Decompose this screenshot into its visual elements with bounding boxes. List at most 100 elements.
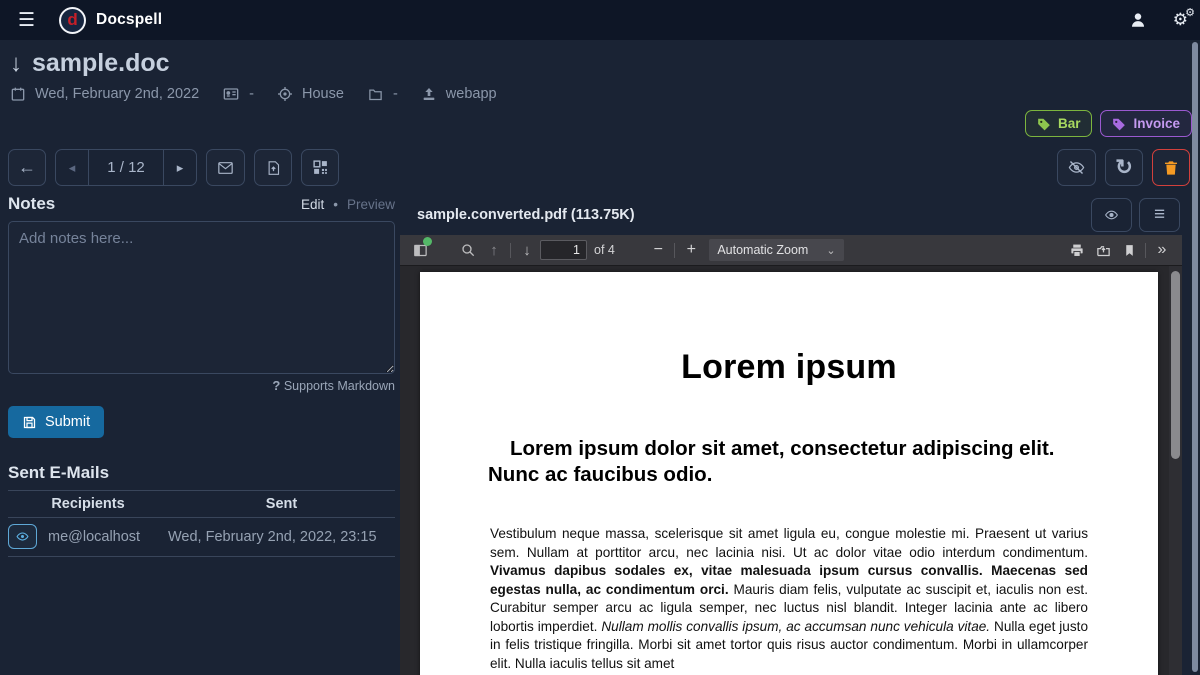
tag-invoice[interactable]: Invoice — [1100, 110, 1192, 137]
pdfjs-download-button[interactable] — [1090, 238, 1116, 262]
tag-bar[interactable]: Bar — [1025, 110, 1093, 137]
pdf-doc-title: Lorem ipsum — [420, 348, 1158, 387]
item-folder: - — [393, 86, 398, 102]
menu-bars-icon: ≡ — [1154, 204, 1165, 226]
pdfjs-prev-page-button[interactable]: ↑ — [481, 238, 507, 262]
pdfjs-zoom-out-button[interactable]: − — [645, 238, 671, 262]
reprocess-button[interactable]: ↻ — [1105, 149, 1143, 186]
pdf-page: Lorem ipsum Lorem ipsum dolor sit amet, … — [420, 272, 1158, 675]
attachment-panel: sample.converted.pdf (113.75K) ≡ — [400, 194, 1182, 675]
item-title: sample.doc — [32, 49, 170, 78]
pdfjs-page-input[interactable] — [540, 240, 587, 260]
docspell-logo: d — [59, 7, 86, 34]
app-title: Docspell — [96, 11, 162, 29]
sent-email-row: me@localhost Wed, February 2nd, 2022, 23… — [8, 518, 395, 557]
docspell-app: ☰ d Docspell ⚙ ⚙ ↓ sample.doc Wed, Febru… — [0, 0, 1200, 675]
envelope-icon — [216, 160, 235, 176]
pdf-scrollbar-track[interactable] — [1169, 266, 1182, 675]
printer-icon — [1069, 243, 1085, 258]
pdfjs-print-button[interactable] — [1064, 238, 1090, 262]
unconfirm-button[interactable] — [1057, 149, 1096, 186]
notes-edit-link[interactable]: Edit — [301, 197, 324, 212]
pdfjs-next-page-button[interactable]: ↓ — [514, 238, 540, 262]
add-files-button[interactable] — [254, 149, 292, 186]
upload-icon — [421, 86, 437, 102]
chevron-down-icon: ⌄ — [826, 244, 835, 257]
crosshairs-icon — [277, 86, 293, 102]
mail-recipients: me@localhost — [48, 529, 168, 545]
col-recipients: Recipients — [8, 496, 168, 512]
pdfjs-search-button[interactable] — [455, 238, 481, 262]
pdfjs-zoom-select[interactable]: Automatic Zoom ⌄ — [709, 239, 843, 261]
attachment-page-indicator: 1 / 12 — [88, 150, 164, 185]
pdf-doc-heading: Lorem ipsum dolor sit amet, consectetur … — [488, 436, 1090, 488]
eye-icon — [15, 530, 30, 543]
delete-button[interactable] — [1152, 149, 1190, 186]
markdown-hint: ? Supports Markdown — [8, 378, 395, 393]
notes-preview-link[interactable]: Preview — [347, 197, 395, 212]
pdfjs-bookmark-button[interactable] — [1116, 238, 1142, 262]
notes-submit-button[interactable]: Submit — [8, 406, 104, 438]
next-attachment-button[interactable]: ▸ — [164, 150, 196, 185]
notes-panel: Notes Edit • Preview ? Supports Markdown… — [0, 194, 400, 675]
attachment-view-button[interactable] — [1091, 198, 1132, 232]
pdf-doc-paragraph: Vestibulum neque massa, scelerisque sit … — [490, 525, 1088, 673]
notes-textarea[interactable] — [8, 221, 395, 374]
window-scrollbar-thumb[interactable] — [1192, 42, 1198, 672]
folder-icon — [367, 87, 384, 102]
send-mail-button[interactable] — [206, 149, 245, 186]
attachment-menu-button[interactable]: ≡ — [1139, 198, 1180, 232]
item-meta-row: Wed, February 2nd, 2022 - House - webapp — [10, 86, 1190, 102]
notes-heading: Notes — [8, 194, 55, 214]
qr-code-icon — [312, 159, 329, 176]
download-icon — [1095, 243, 1112, 258]
item-header: ↓ sample.doc Wed, February 2nd, 2022 - H… — [0, 40, 1200, 102]
dot-separator: • — [333, 197, 338, 212]
save-icon — [22, 415, 37, 430]
sent-emails-table: Recipients Sent me@localhost Wed, Februa… — [8, 490, 395, 557]
tags-row: Bar Invoice — [0, 102, 1200, 137]
pdfjs-page-total: of 4 — [594, 243, 615, 257]
question-icon: ? — [272, 378, 280, 393]
top-navbar: ☰ d Docspell ⚙ ⚙ — [0, 0, 1200, 40]
attachment-header: sample.converted.pdf (113.75K) ≡ — [400, 194, 1182, 235]
bookmark-icon — [1123, 243, 1136, 258]
calendar-icon — [10, 86, 26, 102]
action-toolbar: ← ◂ 1 / 12 ▸ ↻ — [0, 137, 1200, 186]
pdfjs-sidebar-toggle[interactable] — [407, 238, 433, 262]
menu-icon[interactable]: ☰ — [12, 9, 41, 32]
trash-icon — [1163, 159, 1179, 177]
pdfjs-more-tools-button[interactable]: » — [1149, 238, 1175, 262]
main-content: Notes Edit • Preview ? Supports Markdown… — [0, 194, 1200, 675]
arrow-down-icon: ↓ — [10, 50, 22, 78]
file-upload-icon — [266, 159, 281, 177]
sent-emails-header: Recipients Sent — [8, 491, 395, 518]
attachment-file-label: sample.converted.pdf (113.75K) — [417, 207, 635, 223]
pdfjs-toolbar: ↑ ↓ of 4 − + Automatic Zoom ⌄ — [400, 235, 1182, 266]
eye-slash-icon — [1067, 159, 1086, 176]
tag-icon — [1112, 117, 1126, 131]
item-correspondent: - — [249, 86, 254, 102]
sent-emails-heading: Sent E-Mails — [8, 463, 395, 490]
pdfjs-zoom-in-button[interactable]: + — [678, 238, 704, 262]
item-concerning: House — [302, 86, 344, 102]
address-card-icon — [222, 86, 240, 102]
back-button[interactable]: ← — [8, 149, 46, 186]
settings-gears-icon[interactable]: ⚙ ⚙ — [1173, 10, 1188, 30]
search-icon — [460, 242, 476, 258]
sidebar-notification-dot — [423, 237, 432, 246]
item-date: Wed, February 2nd, 2022 — [35, 86, 199, 102]
pdf-scrollbar-thumb[interactable] — [1171, 271, 1180, 459]
view-mail-button[interactable] — [8, 524, 37, 549]
user-icon[interactable] — [1129, 11, 1147, 29]
item-source: webapp — [446, 86, 497, 102]
mail-sent-date: Wed, February 2nd, 2022, 23:15 — [168, 529, 395, 545]
qr-grid-button[interactable] — [301, 149, 339, 186]
tag-icon — [1037, 117, 1051, 131]
col-sent: Sent — [168, 496, 395, 512]
pdf-viewer[interactable]: Lorem ipsum Lorem ipsum dolor sit amet, … — [400, 266, 1182, 675]
eye-icon — [1103, 208, 1120, 222]
item-title-row: ↓ sample.doc — [10, 49, 1190, 78]
prev-attachment-button[interactable]: ◂ — [56, 150, 88, 185]
attachment-pager: ◂ 1 / 12 ▸ — [55, 149, 197, 186]
